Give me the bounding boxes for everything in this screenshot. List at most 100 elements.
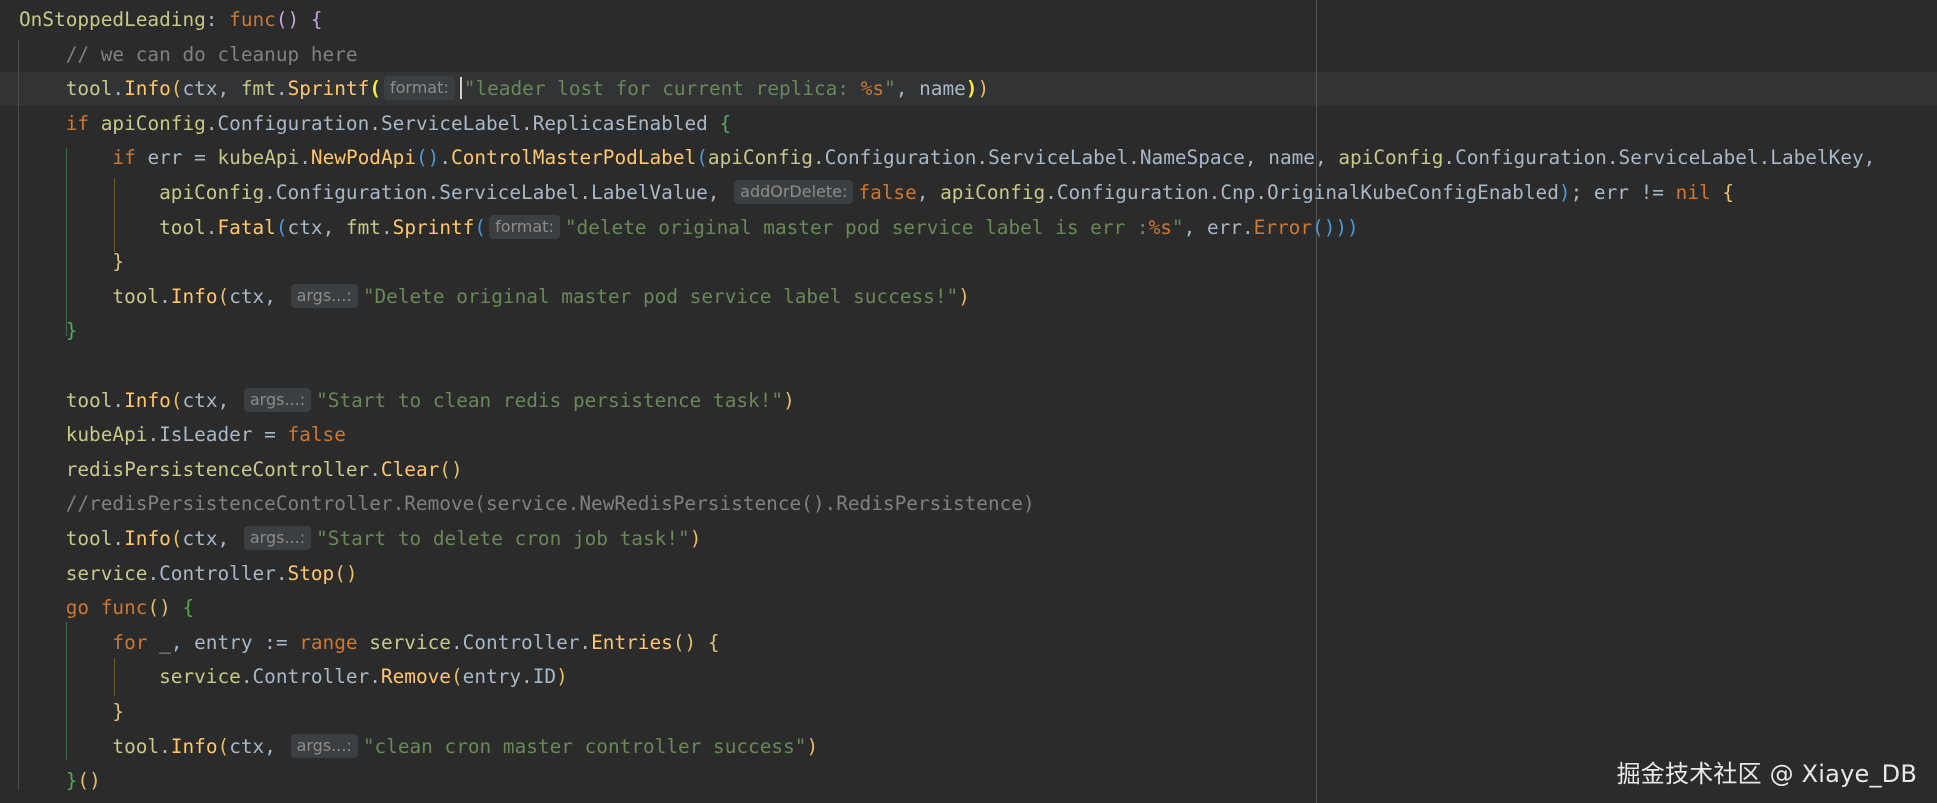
code-token: . [439,146,452,170]
code-line[interactable]: tool.Info(ctx, args...: "Delete original … [19,280,1937,314]
code-token: Info [170,284,218,308]
code-token: "Start to clean redis persistence task!" [316,388,784,412]
code-token: . [369,457,381,481]
code-token: ctx, [229,284,288,308]
code-token: ( [170,388,183,412]
code-token: apiConfig [940,181,1046,204]
code-token: . [380,215,393,239]
code-token: go [65,596,90,620]
code-line[interactable]: //redisPersistenceController.Remove(serv… [19,487,1937,521]
code-token: Info [124,388,171,412]
code-line[interactable]: } [19,314,1937,348]
code-line[interactable]: tool.Info(ctx, fmt.Sprintf(format: "leade… [19,72,1937,106]
code-line[interactable]: service.Controller.Stop() [19,557,1937,591]
parameter-hint: addOrDelete: [734,180,854,204]
code-token: { [707,630,720,654]
code-editor[interactable]: OnStoppedLeading: func() { // we can do … [0,0,1937,803]
code-token: . [275,77,288,101]
code-token: ) [783,388,795,412]
code-line[interactable]: } [19,695,1937,729]
code-token: . [159,284,171,308]
code-line[interactable]: apiConfig .Configuration.ServiceLabel.Lab… [19,176,1937,210]
code-token: , [916,181,941,204]
code-token: tool [159,215,206,239]
code-line[interactable]: tool.Info(ctx, args...: "Start to clean r… [19,384,1937,418]
code-token: ; err != [1570,181,1676,204]
code-token: "leader lost for current replica: [463,77,861,101]
code-token: ctx, [229,734,288,758]
code-token: ( [275,215,288,239]
code-token: %s [860,77,885,101]
code-token: service [159,665,241,689]
code-token: ( [217,734,230,758]
code-token: ( [474,215,487,239]
code-line[interactable]: redisPersistenceController.Clear() [19,453,1937,487]
code-line[interactable]: for _, entry := range service.Controller… [19,626,1937,660]
code-line[interactable]: go func() { [19,591,1937,625]
code-token: tool [65,527,113,550]
code-token: . [299,146,311,170]
code-token: service [369,630,451,654]
code-token: Error [1253,215,1313,239]
code-token: () [334,561,358,585]
code-token: service [65,561,148,585]
code-token: " [1171,215,1184,239]
code-token: .Controller. [240,665,381,689]
code-line[interactable]: OnStoppedLeading: func() { [19,3,1937,37]
code-token: . [159,734,171,758]
code-token: ) [977,77,990,101]
code-token: ) [958,284,970,308]
code-token: kubeApi [217,146,300,170]
code-token: Entries [591,630,673,654]
code-line[interactable]: if apiConfig.Configuration.ServiceLabel.… [19,107,1937,141]
code-token: _, entry := [147,630,300,654]
code-line[interactable]: tool.Fatal(ctx, fmt.Sprintf(format: "dele… [19,211,1937,245]
code-token: Info [124,77,171,101]
parameter-hint: args...: [290,733,358,758]
code-token: apiConfig [100,111,206,135]
code-token: kubeApi [65,423,148,447]
code-token: entry.ID [462,665,557,689]
code-token: .Configuration.ServiceLabel.LabelValue, [264,181,732,204]
code-token: .IsLeader = [147,423,288,447]
code-line[interactable]: service.Controller.Remove(entry.ID) [19,660,1937,694]
code-line[interactable]: } [19,245,1937,279]
code-token: ())) [1312,215,1359,239]
code-token: ( [170,77,183,101]
parameter-hint: args...: [290,283,358,308]
code-token: Sprintf [392,215,475,239]
code-token: //redisPersistenceController.Remove(serv… [65,492,1035,516]
code-token: () [416,146,440,170]
code-token: range [299,630,358,654]
code-token: Clear [380,457,440,481]
code-token: tool [65,77,113,101]
code-line[interactable]: kubeApi.IsLeader = false [19,418,1937,452]
code-line[interactable]: if err = kubeApi.NewPodApi().ControlMast… [19,141,1937,175]
code-token: for [112,630,148,654]
code-token: { [719,111,732,135]
code-token: "Start to delete cron job task!" [316,527,690,550]
code-token: ( [217,284,230,308]
code-line[interactable]: tool.Info(ctx, args...: "Start to delete … [19,522,1937,556]
code-token: { [182,596,195,620]
code-line[interactable]: // we can do cleanup here [19,38,1937,72]
code-token: } [112,700,125,723]
code-line[interactable] [19,349,1937,383]
